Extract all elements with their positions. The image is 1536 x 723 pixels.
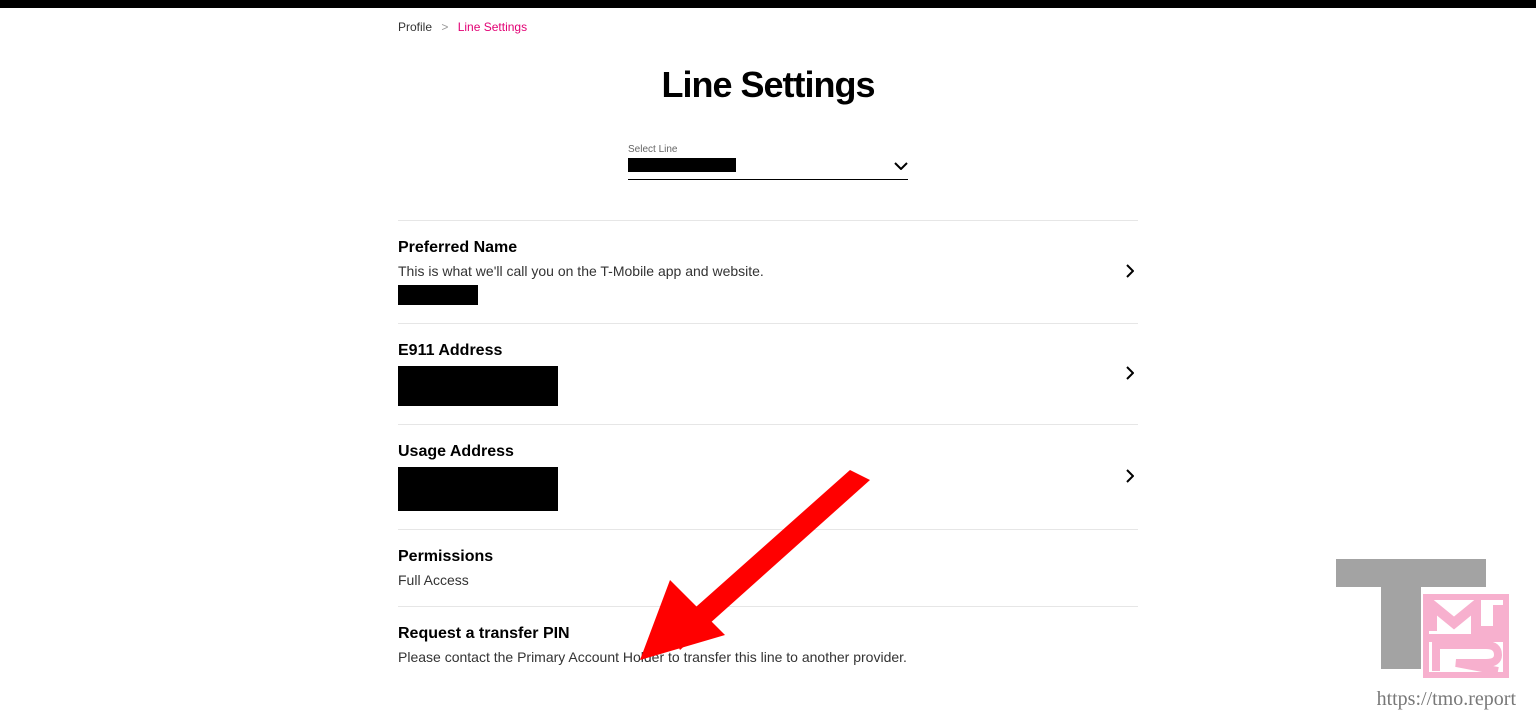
preferred-name-content: Preferred Name This is what we'll call y… <box>398 239 1126 305</box>
select-line-value-row <box>628 157 908 173</box>
usage-content: Usage Address <box>398 443 1126 511</box>
watermark-url: https://tmo.report <box>1326 688 1516 711</box>
top-bar <box>0 0 1536 8</box>
watermark-logo <box>1326 559 1516 679</box>
select-line-dropdown[interactable]: Select Line <box>628 144 908 180</box>
page-title: Line Settings <box>398 64 1138 106</box>
e911-content: E911 Address <box>398 342 1126 406</box>
redacted-name-value <box>398 285 478 305</box>
chevron-right-icon <box>1126 366 1138 383</box>
redacted-usage-value <box>398 467 558 511</box>
breadcrumb-root[interactable]: Profile <box>398 20 432 34</box>
e911-address-row[interactable]: E911 Address <box>398 324 1138 425</box>
preferred-name-row[interactable]: Preferred Name This is what we'll call y… <box>398 221 1138 324</box>
permissions-row: Permissions Full Access <box>398 530 1138 607</box>
permissions-title: Permissions <box>398 548 1138 566</box>
breadcrumb-current: Line Settings <box>458 20 527 34</box>
breadcrumb-separator: > <box>441 20 448 34</box>
preferred-name-title: Preferred Name <box>398 239 1126 257</box>
watermark: https://tmo.report <box>1326 559 1516 711</box>
breadcrumb: Profile > Line Settings <box>398 20 1138 34</box>
chevron-right-icon <box>1126 469 1138 486</box>
usage-address-row[interactable]: Usage Address <box>398 425 1138 530</box>
redacted-line-value <box>628 158 736 172</box>
chevron-right-icon <box>1126 264 1138 281</box>
permissions-value: Full Access <box>398 572 1138 588</box>
main-container: Profile > Line Settings Line Settings Se… <box>398 8 1138 683</box>
select-line-label: Select Line <box>628 144 908 155</box>
transfer-pin-row: Request a transfer PIN Please contact th… <box>398 607 1138 683</box>
settings-list: Preferred Name This is what we'll call y… <box>398 220 1138 683</box>
redacted-e911-value <box>398 366 558 406</box>
e911-title: E911 Address <box>398 342 1126 360</box>
transfer-pin-title: Request a transfer PIN <box>398 625 1138 643</box>
preferred-name-desc: This is what we'll call you on the T-Mob… <box>398 263 1126 279</box>
chevron-down-icon <box>894 157 908 173</box>
usage-title: Usage Address <box>398 443 1126 461</box>
transfer-pin-desc: Please contact the Primary Account Holde… <box>398 649 1138 665</box>
